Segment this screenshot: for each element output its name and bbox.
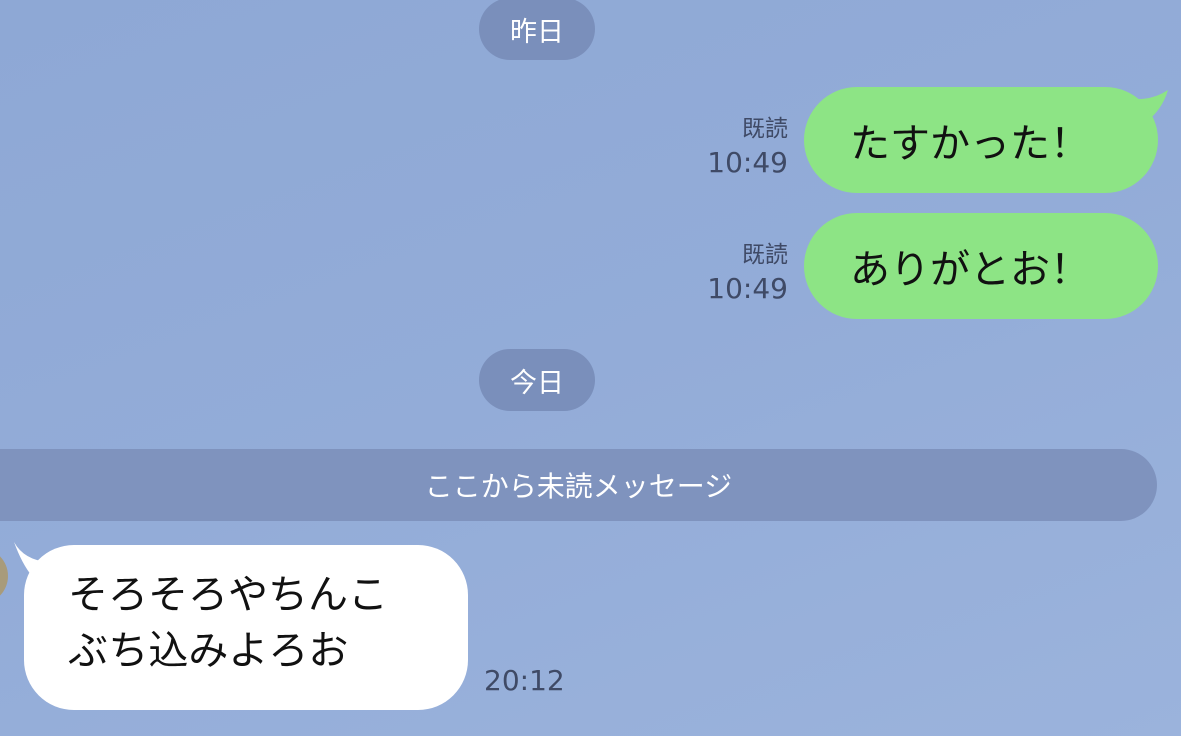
read-receipt: 既読 xyxy=(742,242,788,268)
unread-banner-label: ここから未読メッセージ xyxy=(424,470,733,503)
sender-avatar[interactable] xyxy=(0,548,8,604)
message-bubble-outgoing[interactable]: ありがとお！ xyxy=(804,213,1158,319)
message-time: 10:49 xyxy=(707,272,788,305)
date-label: 昨日 xyxy=(510,16,564,48)
message-bubble-incoming[interactable]: そろそろやちんこ ぶち込みよろお xyxy=(24,545,468,710)
message-text: たすかった！ xyxy=(850,121,1090,167)
message-time: 10:49 xyxy=(707,146,788,179)
message-meta: 既読 10:49 xyxy=(668,112,788,180)
date-separator-yesterday: 昨日 xyxy=(479,0,595,60)
message-text-line: ぶち込みよろお xyxy=(68,628,349,674)
message-bubble-outgoing[interactable]: たすかった！ xyxy=(804,87,1158,193)
unread-messages-banner: ここから未読メッセージ xyxy=(0,449,1157,521)
message-time: 20:12 xyxy=(484,664,565,697)
date-label: 今日 xyxy=(510,367,564,399)
chat-area[interactable]: 昨日 既読 10:49 たすかった！ 既読 10:49 ありがとお！ 今日 ここ… xyxy=(0,0,1181,736)
read-receipt: 既読 xyxy=(742,116,788,142)
message-text-line: そろそろやちんこ xyxy=(68,572,388,618)
message-meta: 既読 10:49 xyxy=(668,238,788,306)
message-text: ありがとお！ xyxy=(850,247,1090,293)
date-separator-today: 今日 xyxy=(479,349,595,411)
